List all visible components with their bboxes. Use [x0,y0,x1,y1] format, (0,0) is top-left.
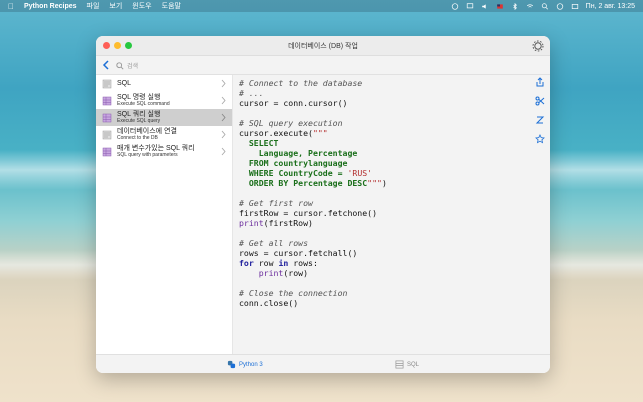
python-logo-icon [227,360,236,369]
code-comment: # ... [239,88,264,98]
text-format-icon[interactable] [535,115,545,125]
sidebar: SQL SQL 명령 실행 Execute SQL command SQL 쿼리 … [96,75,233,354]
code-line: cursor = conn.cursor() [239,98,348,108]
toolbar: 검색 [96,56,550,75]
sql-keyword: WHERE [239,168,274,178]
sidebar-item-execute-command[interactable]: SQL 명령 실행 Execute SQL command [96,92,232,109]
title-bar[interactable]: 데이터베이스 (DB) 작업 [96,36,550,56]
sidebar-item-title: SQL 쿼리 실행 [117,111,161,118]
search-input[interactable]: 검색 [127,61,138,70]
sidebar-item-title: SQL [117,80,132,87]
apple-menu-icon[interactable]:  [8,2,14,11]
chevron-right-icon [221,147,226,156]
star-icon[interactable] [535,134,545,144]
spotlight-icon[interactable] [541,2,549,10]
chevron-right-icon [221,130,226,139]
sidebar-item-sql[interactable]: SQL [96,75,232,92]
code-block: # Connect to the database # ... cursor = c… [239,78,550,308]
code-line: row [253,258,279,268]
search-icon [116,61,124,70]
bottom-tab-bar: Python 3 SQL [96,354,550,373]
code-editor[interactable]: # Connect to the database # ... cursor = c… [233,75,550,354]
table-icon [102,96,112,105]
sidebar-item-query-params[interactable]: 매개 변수가있는 SQL 쿼리 SQL query with parameters [96,143,232,160]
flag-icon[interactable] [496,3,504,10]
sql-keyword: FROM [239,158,269,168]
bluetooth-icon[interactable] [511,2,519,10]
focus-icon[interactable] [451,2,459,10]
code-line: ) [381,178,387,188]
code-comment: # SQL query execution [239,118,343,128]
main-body: SQL SQL 명령 실행 Execute SQL command SQL 쿼리 … [96,75,550,354]
table-icon [102,113,112,122]
code-line: rows: [288,258,318,268]
back-icon[interactable] [101,60,111,70]
code-comment: # Get all rows [239,238,309,248]
code-comment: # Connect to the database [239,78,363,88]
table-icon [395,360,404,369]
code-comment: # Get first row [239,198,313,208]
tab-python-label: Python 3 [239,361,263,368]
sql-line: countrylanguage [268,158,348,168]
tab-python[interactable]: Python 3 [227,360,263,369]
sql-keyword: SELECT [239,138,279,148]
volume-icon[interactable] [481,3,489,10]
chevron-right-icon [221,79,226,88]
table-icon [102,147,112,156]
sidebar-item-title: 데이터베이스에 연결 [117,128,177,135]
cut-icon[interactable] [535,96,545,106]
code-keyword: for [239,258,254,268]
code-line: cursor.execute( [239,128,313,138]
menu-window[interactable]: 윈도우 [132,1,151,11]
share-icon[interactable] [535,77,545,87]
sidebar-item-subtitle: Execute SQL command [117,101,170,107]
document-icon [102,130,112,139]
message-icon[interactable] [466,2,474,10]
code-line: (firstRow) [263,218,313,228]
gear-icon[interactable] [532,40,544,52]
code-line: rows = cursor.fetchall() [239,248,358,258]
menu-file[interactable]: 파일 [87,1,100,11]
menu-help[interactable]: 도움말 [162,1,181,11]
sql-keyword: ORDER BY [239,178,289,188]
sql-line: Percentage [288,178,348,188]
app-window: 데이터베이스 (DB) 작업 검색 SQL SQL 명령 실행 Execute S… [96,36,550,373]
code-keyword: in [278,258,289,268]
app-menu[interactable]: Python Recipes [24,3,77,10]
code-line: firstRow = cursor.fetchone() [239,208,378,218]
sidebar-item-title: 매개 변수가있는 SQL 쿼리 [117,145,195,152]
search-field[interactable]: 검색 [116,59,221,72]
sidebar-item-execute-query[interactable]: SQL 쿼리 실행 Execute SQL query [96,109,232,126]
sql-keyword: DESC [347,178,368,188]
menu-bar:  Python Recipes 파일 보기 윈도우 도움말 Пн, 2 авг… [0,0,643,12]
code-string: """ [367,178,382,188]
tab-sql[interactable]: SQL [395,360,419,369]
status-area: Пн, 2 авг. 13:25 [451,2,635,10]
sidebar-item-subtitle: Execute SQL query [117,118,161,124]
editor-tools [534,77,546,144]
tab-sql-label: SQL [407,361,420,368]
code-comment: # Close the connection [239,288,348,298]
code-builtin: print [239,218,264,228]
code-line: conn.close() [239,298,299,308]
menu-view[interactable]: 보기 [109,1,122,11]
sql-line: CountryCode = [273,168,348,178]
window-title: 데이터베이스 (DB) 작업 [288,43,358,50]
code-builtin: print [239,268,284,278]
document-icon [102,79,112,88]
chevron-right-icon [221,96,226,105]
user-icon[interactable] [556,2,564,10]
sidebar-item-title: SQL 명령 실행 [117,94,161,101]
control-center-icon[interactable] [571,3,579,10]
chevron-right-icon [221,113,226,122]
code-line: (row) [283,268,309,278]
clock[interactable]: Пн, 2 авг. 13:25 [586,3,635,10]
code-string: """ [312,128,328,138]
sidebar-item-subtitle: Connect to the DB [117,135,158,141]
wifi-icon[interactable] [526,3,534,10]
sql-line: Language, Percentage [239,148,358,158]
sidebar-item-subtitle: SQL query with parameters [117,152,178,158]
code-string: 'RUS' [347,168,373,178]
sidebar-item-connect-db[interactable]: 데이터베이스에 연결 Connect to the DB [96,126,232,143]
